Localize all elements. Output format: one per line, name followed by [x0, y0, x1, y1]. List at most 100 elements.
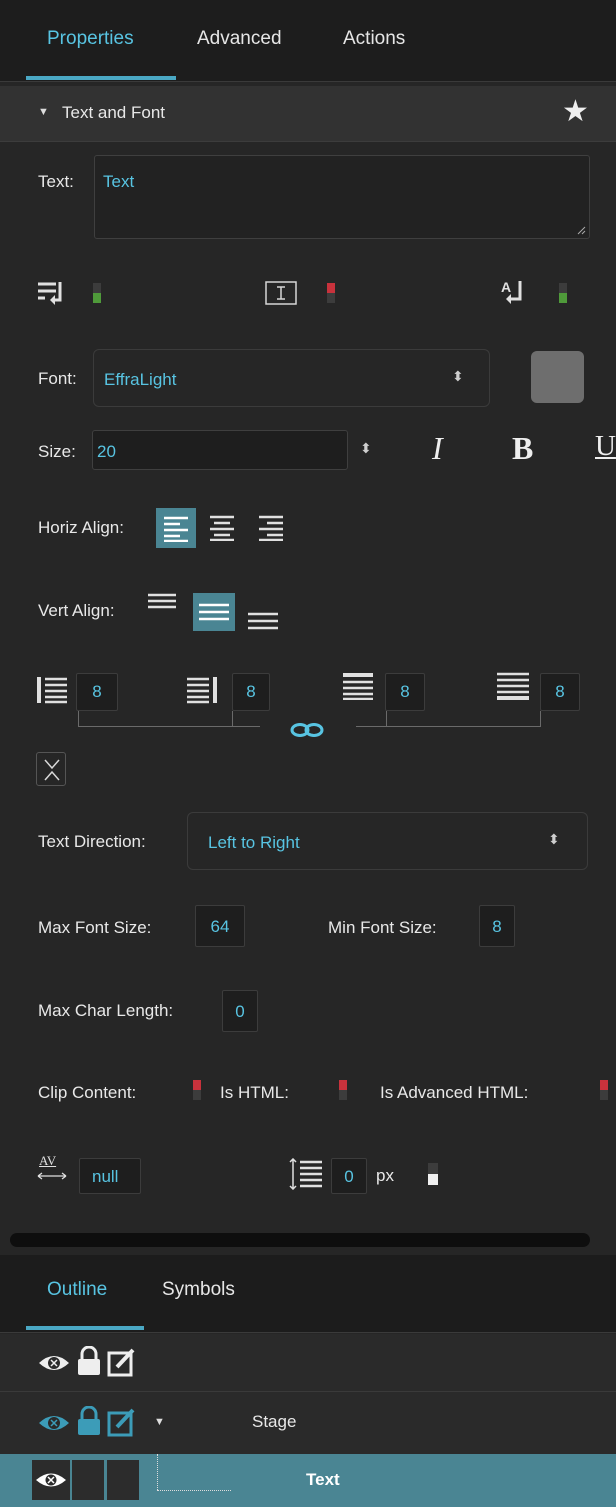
is-advanced-html-toggle[interactable]: [600, 1080, 608, 1100]
visibility-toggle[interactable]: [32, 1460, 70, 1500]
size-input-value: 20: [97, 442, 116, 461]
word-wrap-icon[interactable]: [36, 280, 66, 306]
valign-bottom-icon[interactable]: [247, 612, 279, 630]
clip-content-label: Clip Content:: [38, 1083, 137, 1102]
outline-row-label: Text: [306, 1470, 340, 1489]
is-html-label: Is HTML:: [220, 1083, 289, 1102]
padding-top-input[interactable]: 8: [385, 673, 425, 711]
link-connector-tick: [540, 711, 541, 727]
lock-icon[interactable]: [76, 1406, 102, 1436]
bold-button[interactable]: B: [512, 430, 533, 467]
edit-icon[interactable]: [107, 1347, 137, 1377]
star-icon[interactable]: ★: [562, 97, 589, 127]
resize-handle-icon[interactable]: [577, 226, 586, 235]
tab-properties[interactable]: Properties: [47, 28, 134, 50]
max-char-length-label: Max Char Length:: [38, 1001, 174, 1020]
underline-button[interactable]: U: [595, 430, 616, 463]
text-label: Text:: [38, 172, 74, 191]
letter-spacing-icon: AV: [36, 1153, 68, 1181]
lock-toggle[interactable]: [72, 1460, 104, 1500]
letter-spacing-glyph: AV: [39, 1153, 57, 1168]
is-html-toggle[interactable]: [339, 1080, 347, 1100]
padding-bottom-icon: [497, 672, 529, 700]
visibility-eye-icon[interactable]: [37, 1412, 73, 1434]
valign-middle-icon: [199, 603, 229, 621]
font-select[interactable]: EffraLight ⬍: [93, 349, 490, 407]
svg-text:A: A: [501, 279, 511, 295]
text-direction-select[interactable]: Left to Right ⬍: [187, 812, 588, 870]
size-label: Size:: [38, 442, 76, 461]
size-stepper-icon[interactable]: ⬍: [360, 440, 372, 457]
select-arrows-icon: ⬍: [452, 368, 464, 384]
tab-outline[interactable]: Outline: [47, 1279, 107, 1301]
lock-icon[interactable]: [76, 1346, 102, 1376]
word-wrap-toggle[interactable]: [93, 283, 101, 303]
tab-symbols[interactable]: Symbols: [162, 1279, 235, 1301]
horizontal-scrollbar[interactable]: [10, 1233, 590, 1247]
italic-button[interactable]: I: [432, 430, 443, 467]
link-chain-icon[interactable]: [290, 722, 324, 738]
clip-content-toggle[interactable]: [193, 1080, 201, 1100]
expand-triangle-icon[interactable]: ▼: [154, 1416, 165, 1428]
tree-connector-vertical: [157, 1454, 158, 1490]
text-box-icon[interactable]: [265, 281, 297, 305]
padding-bottom-input[interactable]: 8: [540, 673, 580, 711]
text-direction-label: Text Direction:: [38, 832, 146, 851]
max-char-length-input[interactable]: 0: [222, 990, 258, 1032]
vert-align-label: Vert Align:: [38, 601, 115, 620]
letter-spacing-input[interactable]: null: [79, 1158, 141, 1194]
padding-left-input[interactable]: 8: [76, 673, 118, 711]
line-spacing-input[interactable]: 0: [331, 1158, 367, 1194]
select-arrows-icon: ⬍: [548, 831, 560, 847]
properties-tab-bar: Properties Advanced Actions: [0, 0, 616, 82]
text-return-icon[interactable]: A: [500, 279, 528, 307]
tab-actions[interactable]: Actions: [343, 28, 405, 50]
line-spacing-toggle[interactable]: [428, 1163, 438, 1185]
active-tab-indicator: [26, 76, 176, 80]
max-font-size-label: Max Font Size:: [38, 918, 152, 937]
collapse-triangle-icon[interactable]: ▼: [38, 106, 49, 118]
edit-toggle[interactable]: [107, 1460, 139, 1500]
padding-right-input[interactable]: 8: [232, 673, 270, 711]
align-right-icon[interactable]: [257, 513, 285, 541]
align-left-icon: [164, 516, 188, 542]
link-connector-right: [356, 726, 540, 727]
padding-left-icon: [37, 677, 67, 704]
min-font-size-label: Min Font Size:: [328, 918, 437, 937]
outline-row-stage[interactable]: ▼ Stage: [0, 1392, 616, 1454]
section-header-text-and-font[interactable]: ▼ Text and Font ★: [0, 86, 616, 142]
visibility-eye-icon: [36, 1473, 66, 1487]
outline-row-label: Stage: [252, 1412, 297, 1431]
text-input[interactable]: Text: [94, 155, 590, 239]
is-advanced-html-label: Is Advanced HTML:: [380, 1083, 529, 1102]
valign-middle-button[interactable]: [193, 593, 235, 631]
text-direction-value: Left to Right: [208, 833, 300, 852]
font-color-swatch[interactable]: [531, 351, 584, 403]
text-box-toggle[interactable]: [327, 283, 335, 303]
padding-top-icon: [343, 673, 373, 700]
text-input-value: Text: [103, 172, 135, 191]
line-spacing-unit: px: [376, 1166, 394, 1185]
size-input[interactable]: 20: [92, 430, 348, 470]
max-font-size-input[interactable]: 64: [195, 905, 245, 947]
align-left-button[interactable]: [156, 508, 196, 548]
min-font-size-input[interactable]: 8: [479, 905, 515, 947]
link-connector-tick: [386, 711, 387, 727]
link-connector-tick: [78, 711, 79, 727]
section-title: Text and Font: [62, 103, 166, 122]
font-select-value: EffraLight: [104, 370, 177, 389]
edit-icon[interactable]: [107, 1407, 137, 1437]
outline-tab-bar: Outline Symbols: [0, 1255, 616, 1333]
valign-top-icon[interactable]: [147, 593, 177, 609]
outline-row-text[interactable]: Text: [0, 1454, 616, 1507]
active-tab-indicator: [26, 1326, 144, 1330]
horiz-align-label: Horiz Align:: [38, 518, 124, 537]
visibility-eye-icon[interactable]: [37, 1352, 73, 1374]
collapse-arrows-icon: [44, 759, 60, 781]
padding-right-icon: [187, 677, 217, 704]
tab-advanced[interactable]: Advanced: [197, 28, 282, 50]
text-return-toggle[interactable]: [559, 283, 567, 303]
align-center-icon[interactable]: [208, 513, 236, 541]
collapse-padding-button[interactable]: [36, 752, 66, 786]
link-connector-tick: [232, 711, 233, 727]
